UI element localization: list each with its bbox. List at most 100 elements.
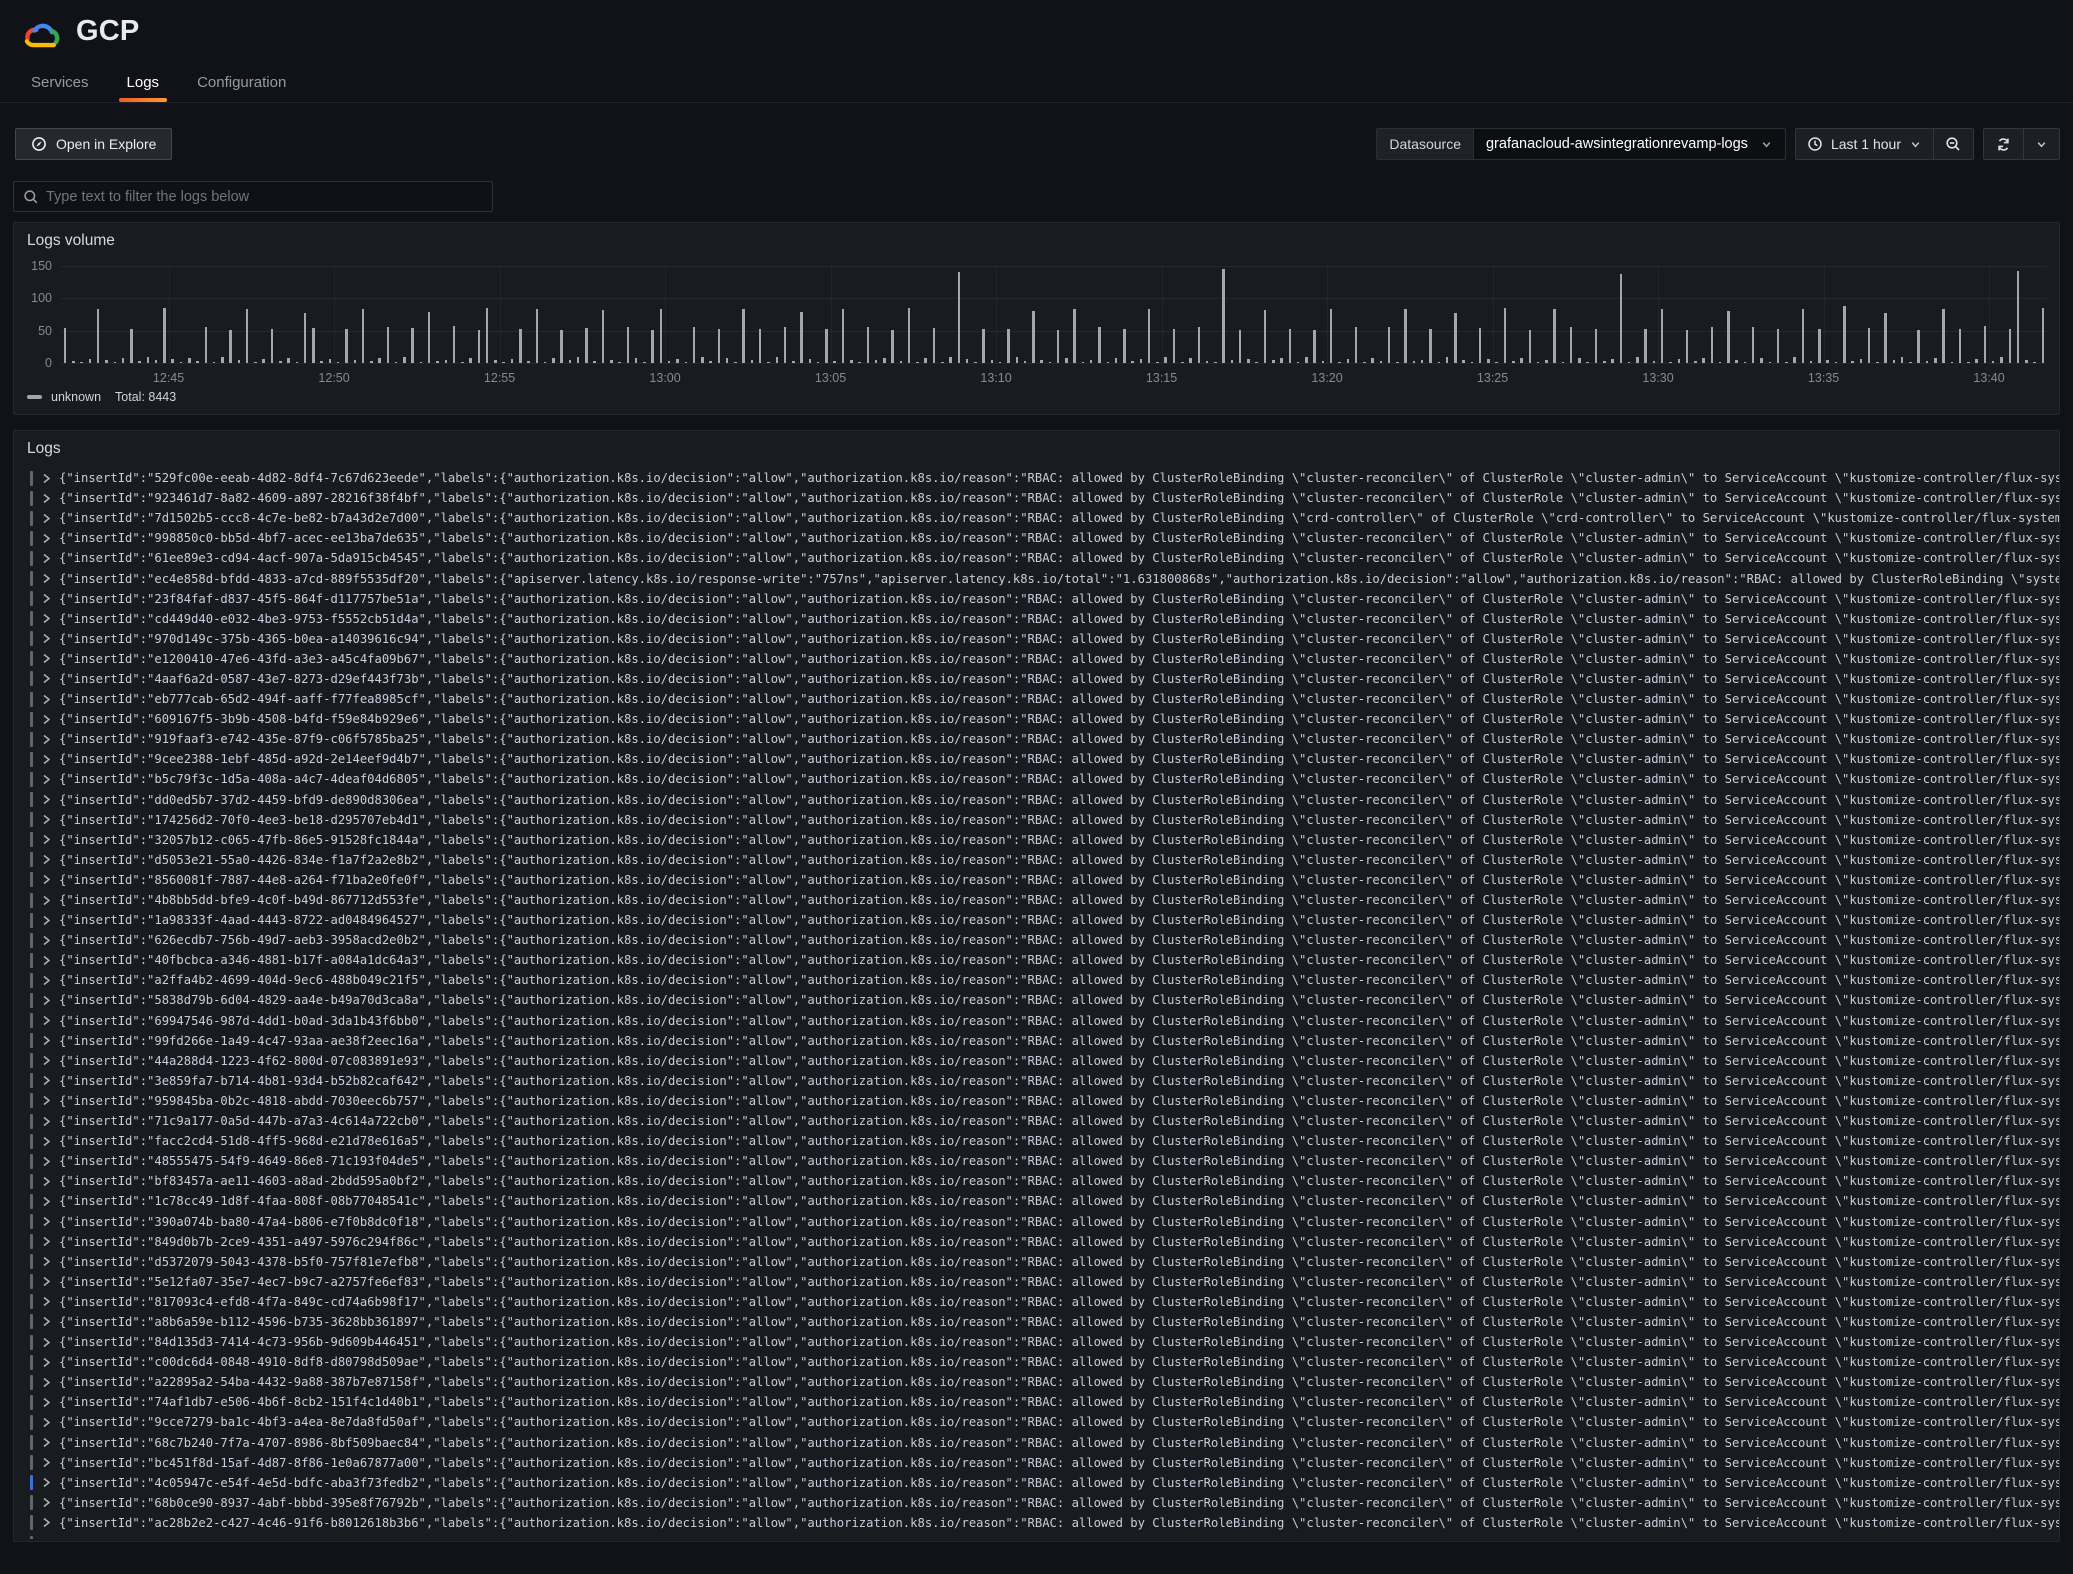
log-row[interactable]: {"insertId":"4c05947c-e54f-4e5d-bdfc-aba…	[14, 1473, 2059, 1493]
log-row[interactable]: {"insertId":"817093c4-efd8-4f7a-849c-cd7…	[14, 1292, 2059, 1312]
expand-chevron-icon[interactable]	[42, 1075, 51, 1086]
log-row[interactable]: {"insertId":"b5c79f3c-1d5a-408a-a4c7-4de…	[14, 769, 2059, 789]
log-row[interactable]: {"insertId":"7d1502b5-ccc8-4c7e-be82-b7a…	[14, 508, 2059, 528]
log-row[interactable]: {"insertId":"32057b12-c065-47fb-86e5-915…	[14, 830, 2059, 850]
log-row[interactable]: {"insertId":"40fbcbca-a346-4881-b17f-a08…	[14, 950, 2059, 970]
zoom-out-time-button[interactable]	[1934, 128, 1974, 160]
tab-logs[interactable]: Logs	[125, 70, 162, 102]
expand-chevron-icon[interactable]	[42, 794, 51, 805]
log-row[interactable]: {"insertId":"e1200410-47e6-43fd-a3e3-a45…	[14, 649, 2059, 669]
log-row[interactable]: {"insertId":"8560081f-7887-44e8-a264-f71…	[14, 870, 2059, 890]
tab-services[interactable]: Services	[29, 70, 91, 102]
log-row[interactable]: {"insertId":"61ee89e3-cd94-4acf-907a-5da…	[14, 548, 2059, 568]
log-row[interactable]: {"insertId":"1a98333f-4aad-4443-8722-ad0…	[14, 910, 2059, 930]
expand-chevron-icon[interactable]	[42, 1357, 51, 1368]
log-row[interactable]: {"insertId":"a2ffa4b2-4699-404d-9ec6-488…	[14, 970, 2059, 990]
log-row[interactable]: {"insertId":"529fc00e-eeab-4d82-8df4-7c6…	[14, 468, 2059, 488]
expand-chevron-icon[interactable]	[42, 1276, 51, 1287]
expand-chevron-icon[interactable]	[42, 1156, 51, 1167]
expand-chevron-icon[interactable]	[42, 573, 51, 584]
log-row[interactable]: {"insertId":"4b8bb5dd-bfe9-4c0f-b49d-867…	[14, 890, 2059, 910]
expand-chevron-icon[interactable]	[42, 633, 51, 644]
log-row[interactable]: {"insertId":"68c7b240-7f7a-4707-8986-8bf…	[14, 1433, 2059, 1453]
expand-chevron-icon[interactable]	[42, 955, 51, 966]
expand-chevron-icon[interactable]	[42, 1477, 51, 1488]
expand-chevron-icon[interactable]	[42, 854, 51, 865]
log-row[interactable]: {"insertId":"a22895a2-54ba-4432-9a88-387…	[14, 1372, 2059, 1392]
log-row[interactable]: {"insertId":"23f84faf-d837-45f5-864f-d11…	[14, 589, 2059, 609]
log-row[interactable]: {"insertId":"609167f5-3b9b-4508-b4fd-f59…	[14, 709, 2059, 729]
expand-chevron-icon[interactable]	[42, 834, 51, 845]
expand-chevron-icon[interactable]	[42, 1196, 51, 1207]
log-row[interactable]: {"insertId":"cd449d40-e032-4be3-9753-f55…	[14, 609, 2059, 629]
log-row[interactable]: {"insertId":"99fd266e-1a49-4c47-93aa-ae3…	[14, 1031, 2059, 1051]
log-row[interactable]: {"insertId":"923461d7-8a82-4609-a897-282…	[14, 488, 2059, 508]
expand-chevron-icon[interactable]	[42, 493, 51, 504]
log-row[interactable]: {"insertId":"626ecdb7-756b-49d7-aeb3-395…	[14, 930, 2059, 950]
expand-chevron-icon[interactable]	[42, 734, 51, 745]
log-row[interactable]: {"insertId":"84d135d3-7414-4c73-956b-9d6…	[14, 1332, 2059, 1352]
expand-chevron-icon[interactable]	[42, 1296, 51, 1307]
expand-chevron-icon[interactable]	[42, 1236, 51, 1247]
log-row[interactable]: {"insertId":"998850c0-bb5d-4bf7-acec-ee1…	[14, 528, 2059, 548]
expand-chevron-icon[interactable]	[42, 1035, 51, 1046]
expand-chevron-icon[interactable]	[42, 593, 51, 604]
log-row[interactable]: {"insertId":"849d0b7b-2ce9-4351-a497-597…	[14, 1232, 2059, 1252]
expand-chevron-icon[interactable]	[42, 814, 51, 825]
log-row[interactable]: {"insertId":"bf83457a-ae11-4603-a8ad-2bd…	[14, 1171, 2059, 1191]
expand-chevron-icon[interactable]	[42, 754, 51, 765]
expand-chevron-icon[interactable]	[42, 935, 51, 946]
expand-chevron-icon[interactable]	[42, 1055, 51, 1066]
expand-chevron-icon[interactable]	[42, 1136, 51, 1147]
log-row[interactable]: {"insertId":"d5372079-5043-4378-b5f0-757…	[14, 1252, 2059, 1272]
log-row[interactable]: {"insertId":"5e12fa07-35e7-4ec7-b9c7-a27…	[14, 1272, 2059, 1292]
expand-chevron-icon[interactable]	[42, 1015, 51, 1026]
expand-chevron-icon[interactable]	[42, 673, 51, 684]
expand-chevron-icon[interactable]	[42, 1216, 51, 1227]
log-row[interactable]: {"insertId":"4aaf6a2d-0587-43e7-8273-d29…	[14, 669, 2059, 689]
refresh-button[interactable]	[1983, 128, 2024, 160]
expand-chevron-icon[interactable]	[42, 1316, 51, 1327]
log-row[interactable]: {"insertId":"d5053e21-55a0-4426-834e-f1a…	[14, 850, 2059, 870]
expand-chevron-icon[interactable]	[42, 1377, 51, 1388]
expand-chevron-icon[interactable]	[42, 1497, 51, 1508]
expand-chevron-icon[interactable]	[42, 1457, 51, 1468]
log-filter-input[interactable]	[46, 189, 483, 205]
log-row[interactable]: {"insertId":"44a288d4-1223-4f62-800d-07c…	[14, 1051, 2059, 1071]
expand-chevron-icon[interactable]	[42, 533, 51, 544]
expand-chevron-icon[interactable]	[42, 694, 51, 705]
log-row[interactable]: {"insertId":"3e859fa7-b714-4b81-93d4-b52…	[14, 1071, 2059, 1091]
expand-chevron-icon[interactable]	[42, 1337, 51, 1348]
log-row[interactable]: {"insertId":"48555475-54f9-4649-86e8-71c…	[14, 1151, 2059, 1171]
expand-chevron-icon[interactable]	[42, 874, 51, 885]
log-row[interactable]: {"insertId":"919faaf3-e742-435e-87f9-c06…	[14, 729, 2059, 749]
expand-chevron-icon[interactable]	[42, 1256, 51, 1267]
log-row[interactable]: {"insertId":"390a074b-ba80-47a4-b806-e7f…	[14, 1211, 2059, 1231]
log-row[interactable]: {"insertId":"dd0ed5b7-37d2-4459-bfd9-de8…	[14, 790, 2059, 810]
log-row[interactable]: {"insertId":"1c78cc49-1d8f-4faa-808f-08b…	[14, 1191, 2059, 1211]
log-row[interactable]: {"insertId":"facc2cd4-51d8-4ff5-968d-e21…	[14, 1131, 2059, 1151]
log-row[interactable]: {"insertId":"eb777cab-65d2-494f-aaff-f77…	[14, 689, 2059, 709]
log-row[interactable]: {"insertId":"959845ba-0b2c-4818-abdd-703…	[14, 1091, 2059, 1111]
log-row[interactable]: {"insertId":"71c9a177-0a5d-447b-a7a3-4c6…	[14, 1111, 2059, 1131]
expand-chevron-icon[interactable]	[42, 1517, 51, 1528]
log-row[interactable]: {"insertId":"69947546-987d-4dd1-b0ad-3da…	[14, 1011, 2059, 1031]
expand-chevron-icon[interactable]	[42, 714, 51, 725]
refresh-interval-dropdown[interactable]	[2024, 128, 2060, 160]
expand-chevron-icon[interactable]	[42, 1417, 51, 1428]
legend-item-unknown[interactable]: unknown Total: 8443	[27, 390, 176, 404]
expand-chevron-icon[interactable]	[42, 473, 51, 484]
expand-chevron-icon[interactable]	[42, 1437, 51, 1448]
expand-chevron-icon[interactable]	[42, 553, 51, 564]
log-row[interactable]: {"insertId":"174256d2-70f0-4ee3-be18-d29…	[14, 810, 2059, 830]
log-row[interactable]: {"insertId":"68b0ce90-8937-4abf-bbbd-395…	[14, 1493, 2059, 1513]
expand-chevron-icon[interactable]	[42, 774, 51, 785]
expand-chevron-icon[interactable]	[42, 1397, 51, 1408]
log-row[interactable]: {"insertId":"a8b6a59e-b112-4596-b735-362…	[14, 1312, 2059, 1332]
log-row[interactable]	[14, 1533, 2059, 1539]
expand-chevron-icon[interactable]	[42, 995, 51, 1006]
expand-chevron-icon[interactable]	[42, 613, 51, 624]
expand-chevron-icon[interactable]	[42, 1116, 51, 1127]
tab-configuration[interactable]: Configuration	[195, 70, 288, 102]
log-row[interactable]: {"insertId":"970d149c-375b-4365-b0ea-a14…	[14, 629, 2059, 649]
